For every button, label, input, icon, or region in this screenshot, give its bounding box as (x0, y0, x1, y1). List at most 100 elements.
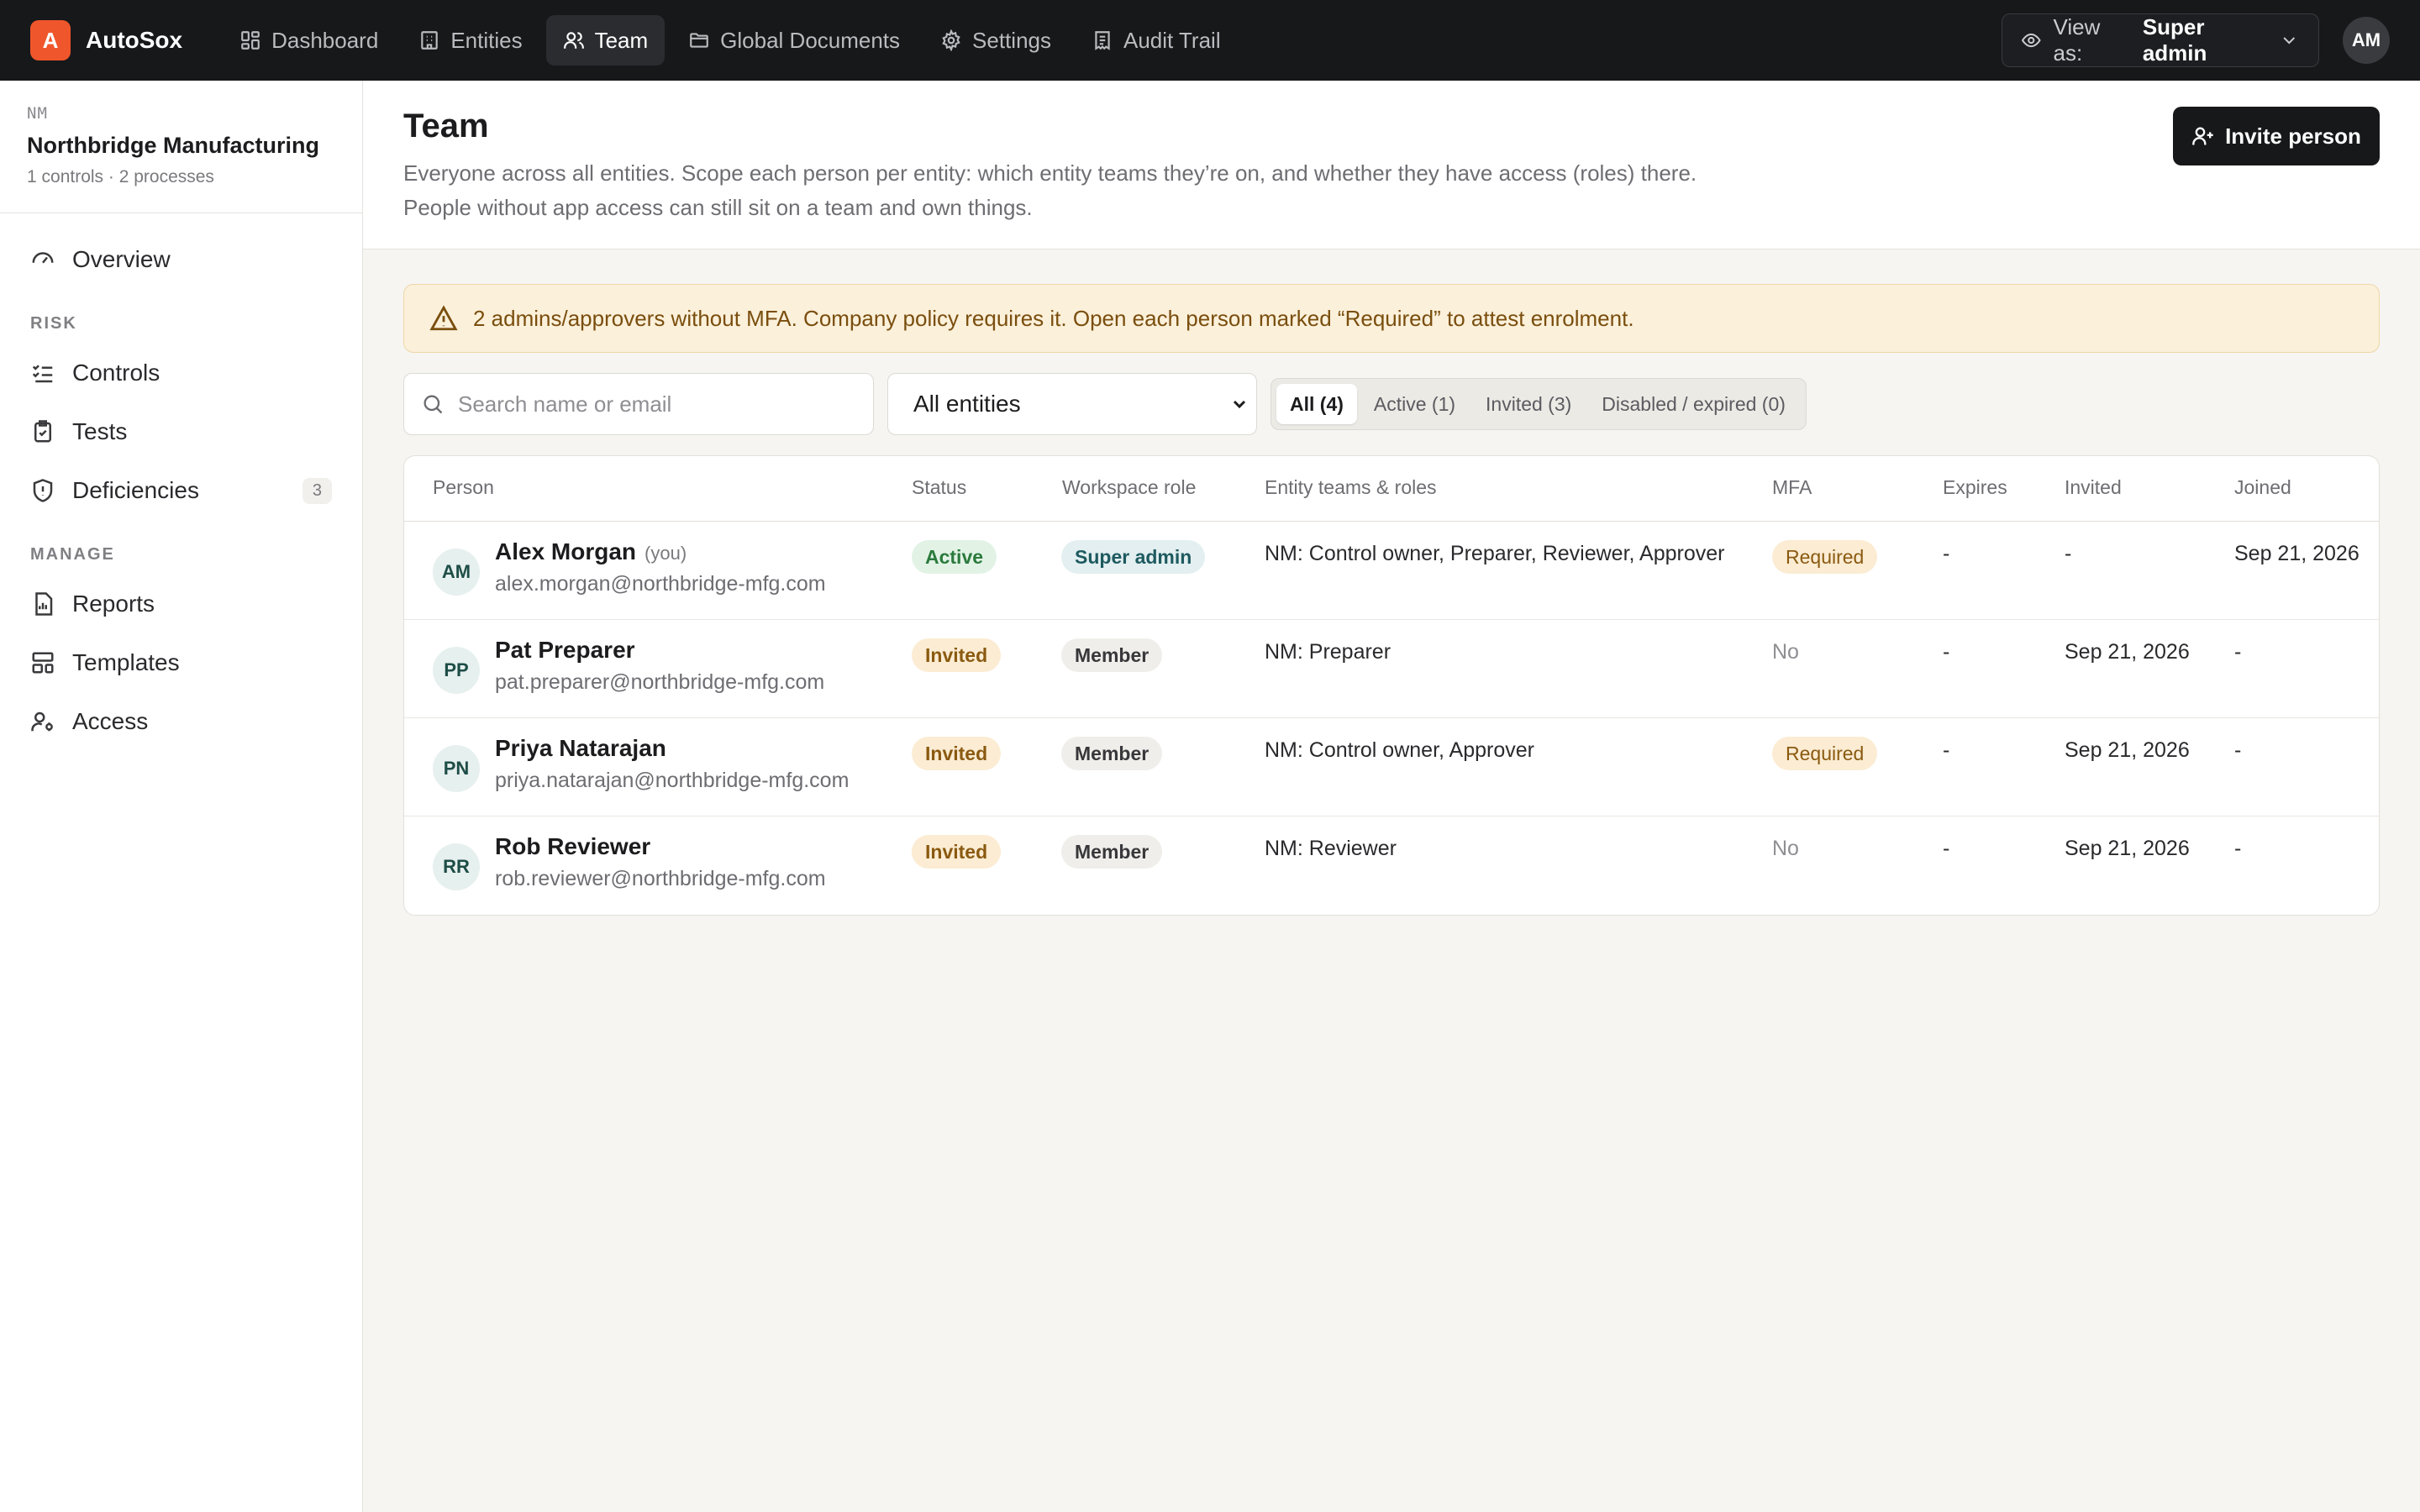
sidebar-item-label: Controls (72, 360, 160, 386)
person-name: Rob Reviewer (495, 833, 651, 859)
person-email: pat.preparer@northbridge-mfg.com (495, 670, 825, 694)
sidebar-item-label: Reports (72, 591, 155, 617)
mfa-warning-banner: 2 admins/approvers without MFA. Company … (403, 284, 2380, 353)
workspace-role-badge: Super admin (1061, 540, 1206, 574)
entity-teams: NM: Control owner, Approver (1265, 738, 1534, 762)
status-badge: Invited (912, 638, 1002, 672)
sidebar-item-label: Tests (72, 418, 128, 444)
checklist-icon (32, 365, 53, 383)
nav-dashboard[interactable]: Dashboard (223, 15, 395, 66)
org-meta: 1 controls · 2 processes (27, 167, 214, 186)
view-as-value: Super admin (2142, 14, 2207, 66)
invited-date: Sep 21, 2026 (2065, 640, 2190, 664)
column-header-entity-teams[interactable]: Entity teams & roles (1265, 476, 1437, 499)
tab-disabled-expired[interactable]: Disabled / expired (0) (1588, 384, 1799, 424)
table-header: Person Status Workspace role Entity team… (404, 456, 2379, 522)
mfa-badge: Required (1772, 540, 1878, 574)
column-header-status[interactable]: Status (912, 476, 966, 499)
person-email: priya.natarajan@northbridge-mfg.com (495, 769, 850, 792)
org-code: NM (27, 104, 48, 123)
table-row[interactable]: PP Pat Preparer pat.preparer@northbridge… (404, 620, 2379, 718)
gauge-icon (32, 252, 54, 264)
app-logo[interactable]: A (30, 20, 71, 60)
sidebar-section-manage: MANAGE (30, 545, 115, 564)
report-icon (35, 592, 53, 616)
sidebar-item-label: Overview (72, 246, 171, 272)
status-badge: Active (912, 540, 997, 574)
entity-filter-select[interactable]: All entities (887, 373, 1257, 435)
workspace-role-badge: Member (1061, 737, 1163, 770)
nav-settings[interactable]: Settings (923, 15, 1068, 66)
column-header-invited[interactable]: Invited (2065, 476, 2122, 499)
nav-entities-label: Entities (450, 27, 523, 53)
sidebar-item-reports[interactable]: Reports (0, 575, 362, 633)
column-header-workspace-role[interactable]: Workspace role (1062, 476, 1196, 499)
entity-teams: NM: Preparer (1265, 640, 1392, 664)
workspace-role-badge: Member (1061, 638, 1163, 672)
table-row[interactable]: PN Priya Natarajan priya.natarajan@north… (404, 718, 2379, 816)
search-icon (424, 395, 443, 414)
column-header-mfa[interactable]: MFA (1772, 476, 1812, 499)
table-row[interactable]: RR Rob Reviewer rob.reviewer@northbridge… (404, 816, 2379, 915)
app-name[interactable]: AutoSox (86, 27, 182, 54)
sidebar-item-tests[interactable]: Tests (0, 402, 362, 461)
tab-invited[interactable]: Invited (3) (1472, 384, 1585, 424)
user-avatar[interactable]: AM (2343, 17, 2390, 64)
user-key-icon (31, 711, 53, 732)
sidebar-section-risk: RISK (30, 314, 77, 333)
joined-date: - (2234, 640, 2242, 664)
view-as-dropdown[interactable]: View as: Super admin (2002, 13, 2319, 67)
column-header-person[interactable]: Person (433, 476, 494, 499)
nav-global-documents[interactable]: Global Documents (671, 15, 917, 66)
nav-audit-trail[interactable]: Audit Trail (1075, 15, 1238, 66)
nav-team-label: Team (594, 27, 649, 53)
nav-entities[interactable]: Entities (402, 15, 539, 66)
mfa-value: No (1772, 640, 1799, 664)
mfa-badge: Required (1772, 737, 1878, 770)
person-name: Alex Morgan (you) (495, 538, 687, 565)
sidebar-nav: Overview RISK Controls Tests Deficiencie… (0, 213, 362, 751)
chevron-down-icon (2283, 37, 2296, 45)
deficiencies-count-badge: 3 (302, 477, 332, 504)
layout-icon (32, 652, 54, 674)
invite-person-button[interactable]: Invite person (2173, 107, 2380, 165)
table-row[interactable]: AM Alex Morgan (you) alex.morgan@northbri… (404, 522, 2379, 620)
nav-global-documents-label: Global Documents (720, 27, 901, 53)
entity-teams: NM: Control owner, Preparer, Reviewer, A… (1265, 542, 1725, 565)
workspace-role-badge: Member (1061, 835, 1163, 869)
main-nav: Dashboard Entities Team Global Documents… (223, 15, 1238, 66)
avatar: PP (433, 647, 480, 694)
nav-team[interactable]: Team (545, 15, 666, 66)
org-name: Northbridge Manufacturing (27, 133, 319, 158)
nav-audit-trail-label: Audit Trail (1123, 27, 1221, 53)
avatar: PN (433, 745, 480, 792)
tab-all[interactable]: All (4) (1276, 384, 1357, 424)
chevron-down-icon (1233, 400, 1246, 409)
sidebar-item-controls[interactable]: Controls (0, 344, 362, 402)
sidebar-item-access[interactable]: Access (0, 692, 362, 751)
folder-icon (690, 33, 708, 48)
expires-value: - (1943, 837, 1950, 860)
you-tag: (you) (644, 543, 687, 564)
tab-active[interactable]: Active (1) (1360, 384, 1469, 424)
person-name: Priya Natarajan (495, 735, 666, 761)
search-input[interactable] (458, 391, 853, 417)
column-header-expires[interactable]: Expires (1943, 476, 2007, 499)
building-icon (421, 31, 439, 50)
column-header-joined[interactable]: Joined (2234, 476, 2291, 499)
joined-date: - (2234, 738, 2242, 762)
person-name: Pat Preparer (495, 637, 635, 663)
clipboard-check-icon (34, 420, 51, 443)
person-name-text: Alex Morgan (495, 538, 637, 564)
search-box (403, 373, 874, 435)
nav-settings-label: Settings (972, 27, 1051, 53)
top-navbar: A AutoSox Dashboard Entities Team Global… (0, 0, 2420, 81)
sidebar-item-templates[interactable]: Templates (0, 633, 362, 692)
page-header: Team Everyone across all entities. Scope… (363, 81, 2420, 249)
org-switcher[interactable]: NM Northbridge Manufacturing 1 controls … (0, 81, 362, 213)
sidebar-item-label: Access (72, 708, 149, 734)
sidebar-item-overview[interactable]: Overview (0, 230, 362, 289)
sidebar-item-deficiencies[interactable]: Deficiencies 3 (0, 461, 362, 520)
entity-filter-value: All entities (913, 391, 1021, 417)
expires-value: - (1943, 738, 1950, 762)
